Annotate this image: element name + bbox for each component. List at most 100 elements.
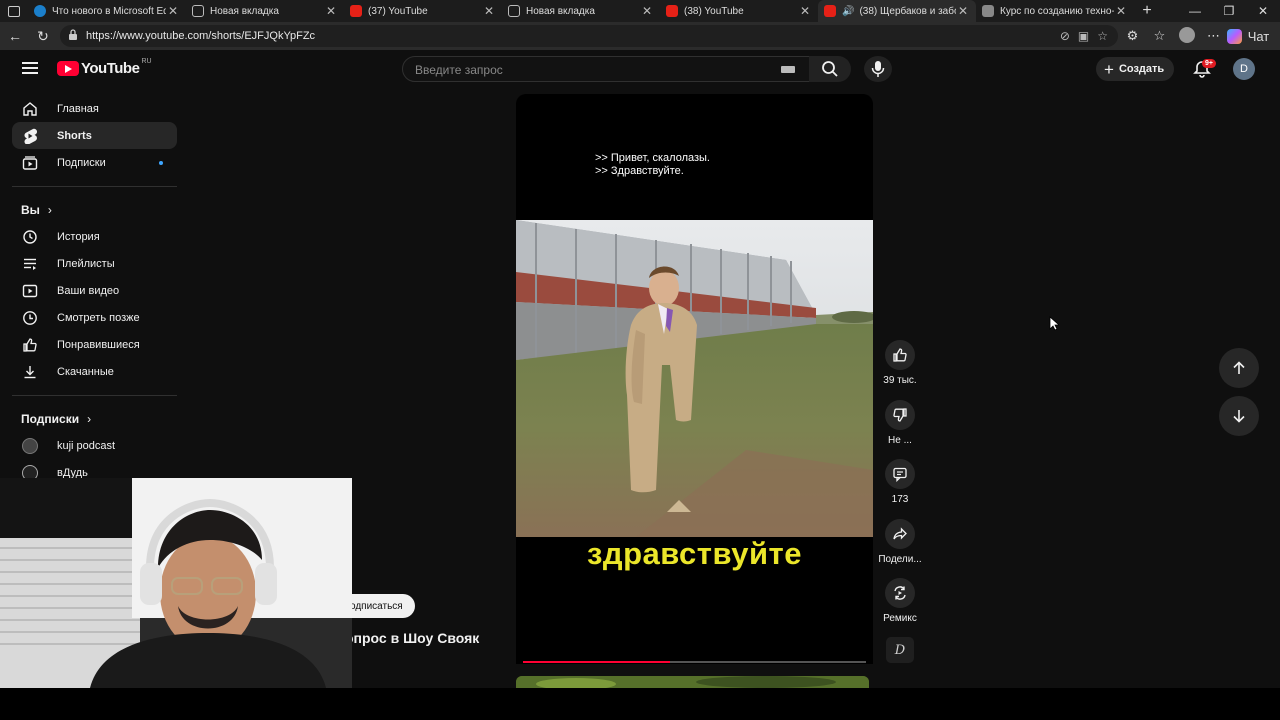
region-code: RU [141, 58, 152, 65]
tab-title: (38) Щербаков и заболоцкий [859, 5, 956, 17]
browser-tab[interactable]: (38) YouTube ✕ [660, 0, 818, 22]
close-tab-icon[interactable]: ✕ [166, 4, 180, 18]
arrow-up-icon [1233, 361, 1245, 374]
address-bar[interactable]: https://www.youtube.com/shorts/EJFJQkYpF… [60, 25, 1118, 47]
taskbar-strip [0, 688, 1280, 720]
voice-search-button[interactable] [864, 56, 892, 82]
url-text[interactable]: https://www.youtube.com/shorts/EJFJQkYpF… [86, 30, 315, 42]
next-short-thumbnail [516, 676, 869, 688]
remix-icon [885, 578, 915, 608]
sound-thumbnail[interactable]: D [886, 637, 914, 663]
short-video-player[interactable]: >> Привет, скалолазы. >> Здравствуйте. з… [516, 94, 873, 664]
sidebar-item-label: Скачанные [57, 365, 114, 378]
youtube-play-icon [57, 61, 79, 76]
speaker-icon[interactable]: 🔊 [842, 6, 854, 17]
sidebar-item-label: Shorts [57, 129, 92, 142]
restore-icon[interactable]: ❐ [1212, 0, 1246, 22]
copilot-button[interactable]: Чат [1227, 28, 1272, 44]
sidebar-item-label: Плейлисты [57, 257, 115, 270]
search-icon [822, 61, 838, 77]
notifications-badge: 9+ [1202, 59, 1216, 68]
downloads-icon [21, 363, 39, 381]
close-tab-icon[interactable]: ✕ [798, 4, 812, 18]
close-tab-icon[interactable]: ✕ [1114, 4, 1128, 18]
close-tab-icon[interactable]: ✕ [956, 4, 970, 18]
more-menu-icon[interactable]: ⋯ [1200, 28, 1227, 44]
share-button[interactable]: Подели... [876, 519, 924, 565]
sidebar-item-shorts[interactable]: Shorts [12, 122, 177, 149]
caption-line: >> Привет, скалолазы. [595, 152, 710, 164]
keyboard-icon[interactable] [781, 66, 795, 73]
refresh-icon[interactable]: ↻ [29, 28, 57, 45]
previous-short-button[interactable] [1219, 348, 1259, 388]
minimize-icon[interactable]: — [1178, 0, 1212, 22]
remix-button[interactable]: Ремикс [876, 578, 924, 624]
browser-tab[interactable]: Курс по созданию техно- ✕ [976, 0, 1134, 22]
new-tab-button[interactable]: + [1134, 2, 1160, 20]
sidebar-item-history[interactable]: История [12, 223, 177, 250]
browser-tab-active[interactable]: 🔊 (38) Щербаков и заболоцкий ✕ [818, 0, 976, 22]
chevron-right-icon: › [87, 412, 92, 426]
sidebar-item-downloads[interactable]: Скачанные [12, 358, 177, 385]
user-avatar[interactable]: D [1233, 58, 1255, 80]
favorite-star-icon[interactable]: ☆ [1097, 29, 1108, 43]
browser-tab[interactable]: Новая вкладка ✕ [502, 0, 660, 22]
comments-button[interactable]: 173 [876, 459, 924, 505]
section-title: Подписки [21, 412, 80, 426]
sidebar-you-header[interactable]: Вы › [12, 197, 177, 223]
browser-tab[interactable]: Что нового в Microsoft Edge ✕ [28, 0, 186, 22]
sidebar-item-home[interactable]: Главная [12, 95, 177, 122]
browser-tab-bar: Что нового в Microsoft Edge ✕ Новая вкла… [0, 0, 1280, 22]
video-progress-bar[interactable] [523, 661, 866, 663]
tracking-icon[interactable]: ⊘ [1060, 29, 1070, 43]
sidebar-channel[interactable]: kuji podcast [12, 432, 177, 459]
chevron-right-icon: › [47, 203, 52, 217]
browser-tab[interactable]: Новая вкладка ✕ [186, 0, 344, 22]
dislike-button[interactable]: Не ... [876, 400, 924, 446]
create-button[interactable]: + Создать [1096, 57, 1175, 81]
sidebar-item-liked[interactable]: Понравившиеся [12, 331, 177, 358]
tab-title: (38) YouTube [684, 5, 744, 17]
copilot-icon [1227, 28, 1242, 44]
hamburger-menu-icon[interactable] [22, 62, 38, 74]
sidebar-divider [12, 395, 177, 396]
sidebar-item-label: Понравившиеся [57, 338, 140, 351]
favorites-icon[interactable]: ☆ [1146, 28, 1173, 44]
window-controls: — ❐ ✕ [1178, 0, 1280, 22]
sidebar-item-playlists[interactable]: Плейлисты [12, 250, 177, 277]
copilot-label: Чат [1247, 28, 1270, 44]
short-title[interactable]: опрос в Шоу Свояк [345, 630, 479, 646]
close-tab-icon[interactable]: ✕ [640, 4, 654, 18]
dislike-label: Не ... [888, 435, 912, 446]
like-count: 39 тыс. [883, 375, 917, 386]
browser-tab[interactable]: (37) YouTube ✕ [344, 0, 502, 22]
close-tab-icon[interactable]: ✕ [482, 4, 496, 18]
sidebar-subscriptions-header[interactable]: Подписки › [12, 406, 177, 432]
search-input[interactable] [413, 62, 767, 78]
sidebar-item-subscriptions[interactable]: Подписки [12, 149, 177, 176]
next-short-preview[interactable] [516, 676, 869, 688]
profile-icon[interactable] [1173, 26, 1200, 46]
channel-name: вДудь [57, 466, 88, 479]
close-window-icon[interactable]: ✕ [1246, 0, 1280, 22]
split-screen-icon[interactable]: ▣ [1078, 29, 1089, 43]
youtube-logo[interactable]: YouTube RU [57, 58, 152, 77]
back-icon[interactable]: ← [1, 28, 29, 44]
youtube-header: YouTube RU + Создать 9+ D [0, 50, 1280, 88]
tab-title: Курс по созданию техно- [1000, 5, 1114, 17]
comment-icon [885, 459, 915, 489]
tab-actions-button[interactable] [0, 0, 28, 22]
like-button[interactable]: 39 тыс. [876, 340, 924, 386]
sidebar-item-watch-later[interactable]: Смотреть позже [12, 304, 177, 331]
video-frame [516, 220, 873, 537]
tab-title: (37) YouTube [368, 5, 428, 17]
next-short-button[interactable] [1219, 396, 1259, 436]
sidebar-item-label: История [57, 230, 100, 243]
sidebar-item-your-videos[interactable]: Ваши видео [12, 277, 177, 304]
search-box[interactable] [402, 56, 810, 82]
close-tab-icon[interactable]: ✕ [324, 4, 338, 18]
lock-icon[interactable] [60, 29, 86, 43]
search-button[interactable] [809, 56, 851, 82]
edge-icon [34, 5, 46, 17]
extensions-icon[interactable]: ⚙ [1119, 28, 1146, 44]
